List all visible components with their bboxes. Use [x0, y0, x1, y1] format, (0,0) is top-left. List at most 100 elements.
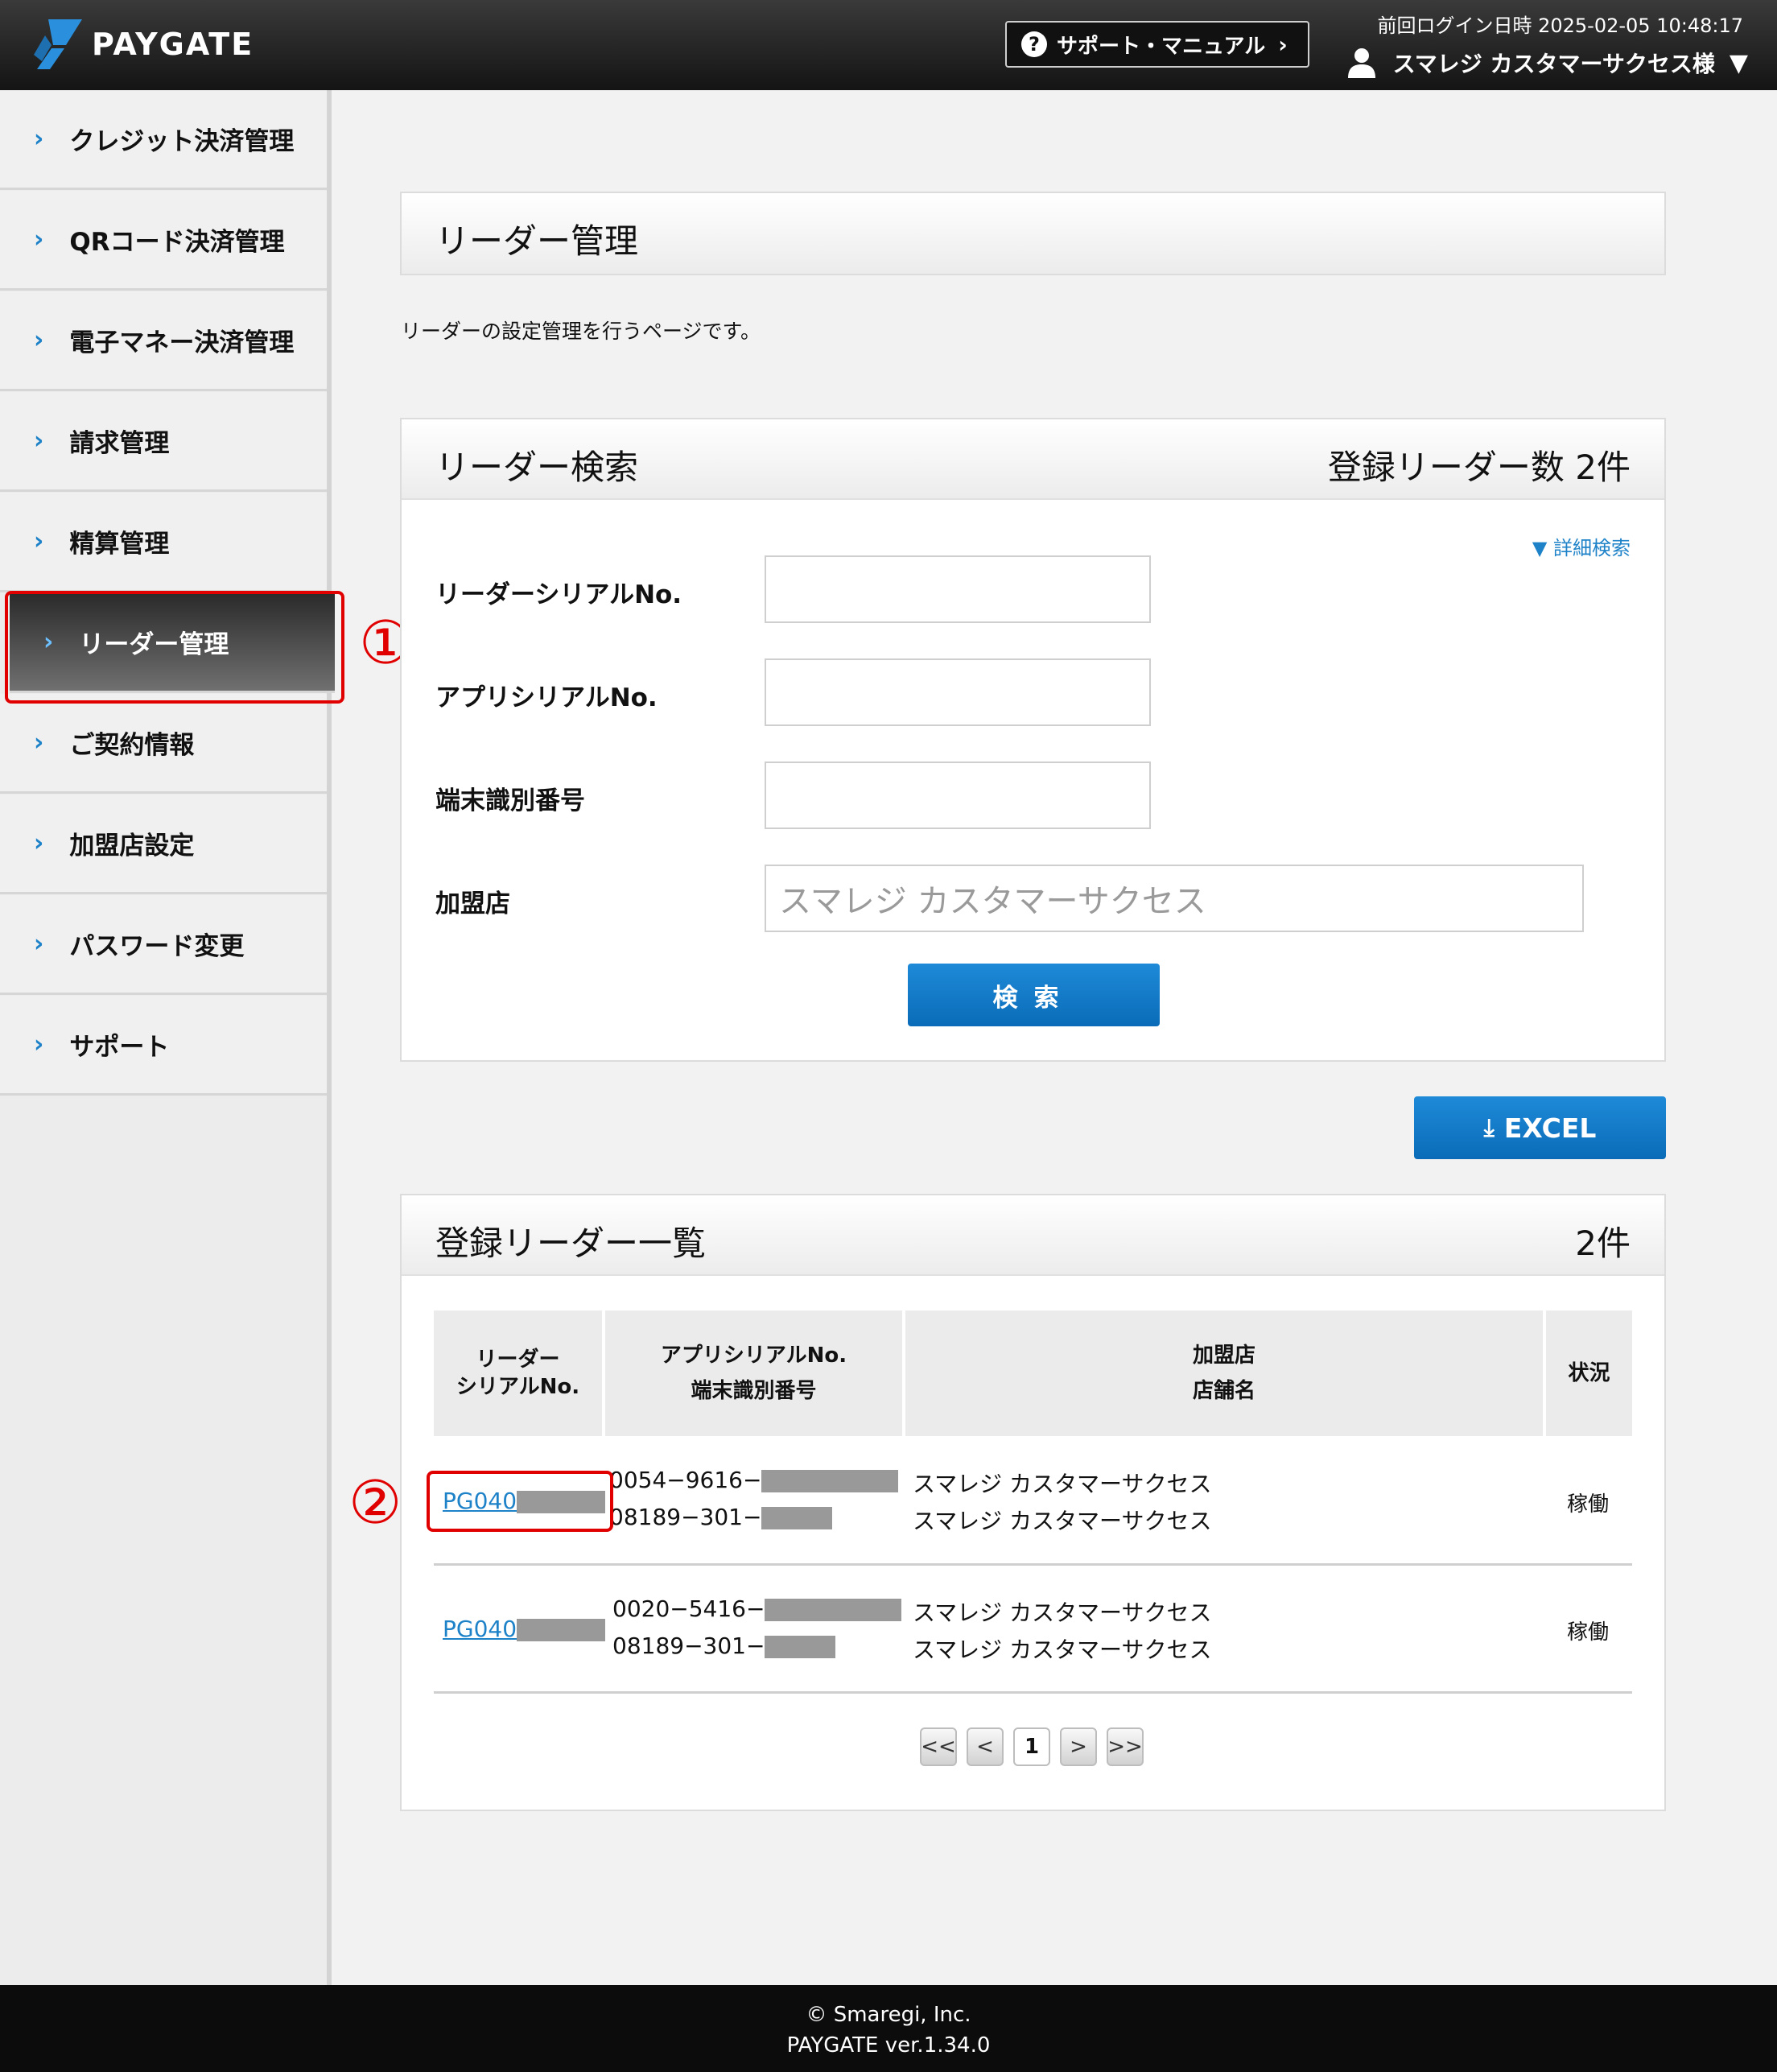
top-header: PAYGATE ? サポート・マニュアル › 前回ログイン日時 2025-02-…: [0, 0, 1777, 90]
excel-export-button[interactable]: ⤓ EXCEL: [1414, 1096, 1666, 1159]
store-cell: スマレジ カスタマーサクセス: [913, 1637, 1212, 1663]
page-title-header: リーダー管理: [402, 193, 1664, 274]
column-header-merchant: 加盟店 店舗名: [905, 1310, 1543, 1436]
excel-label: EXCEL: [1503, 1112, 1597, 1144]
chevron-right-icon: ›: [34, 427, 44, 455]
reader-serial-link[interactable]: PG040: [443, 1616, 606, 1642]
sidebar-item-merchant-settings[interactable]: › 加盟店設定: [0, 795, 327, 894]
reader-serial-text: PG040: [443, 1616, 517, 1642]
column-header-line: シリアルNo.: [456, 1375, 580, 1399]
chevron-right-icon: ›: [34, 829, 44, 857]
app-serial-cell: 0020−5416−: [612, 1595, 902, 1622]
reader-serial-input[interactable]: [765, 555, 1151, 623]
app-serial-cell: 0054−9616−: [609, 1467, 899, 1493]
merchant-cell: スマレジ カスタマーサクセス: [913, 1599, 1212, 1626]
search-title: リーダー検索: [435, 448, 639, 487]
caret-down-icon: ▼: [1729, 48, 1748, 77]
copyright-text: © Smaregi, Inc.: [806, 2003, 971, 2027]
sidebar-item-label: サポート: [69, 1033, 170, 1062]
sidebar-item-label: クレジット決済管理: [69, 127, 295, 156]
help-icon: ?: [1021, 31, 1047, 57]
user-icon: [1347, 48, 1375, 78]
redacted-block: [765, 1599, 902, 1621]
column-header-line: 店舗名: [1192, 1379, 1255, 1403]
merchant-cell: スマレジ カスタマーサクセス: [913, 1471, 1212, 1497]
paygate-logo[interactable]: PAYGATE: [34, 19, 254, 69]
download-icon: ⤓: [1483, 1113, 1495, 1142]
support-manual-label: サポート・マニュアル: [1057, 34, 1266, 59]
search-button[interactable]: 検索: [908, 964, 1160, 1026]
column-header-line: アプリシリアルNo.: [660, 1343, 847, 1368]
row-divider: [434, 1563, 1632, 1566]
chevron-right-icon: ›: [34, 527, 44, 555]
app-serial-text: 0054−9616−: [609, 1467, 762, 1493]
redacted-block: [517, 1619, 606, 1641]
chevron-right-icon: ›: [1278, 31, 1288, 58]
last-login-text: 前回ログイン日時 2025-02-05 10:48:17: [1377, 14, 1743, 37]
sidebar-item-label: 加盟店設定: [69, 832, 195, 861]
sidebar-item-label: 精算管理: [69, 530, 170, 559]
app-serial-input[interactable]: [765, 658, 1151, 726]
page-prev-button[interactable]: <: [967, 1727, 1004, 1766]
sidebar-item-billing[interactable]: › 請求管理: [0, 392, 327, 492]
detail-search-link[interactable]: ▼ 詳細検索: [1532, 532, 1631, 560]
terminal-id-text: 08189−301−: [612, 1632, 765, 1659]
search-panel-header: リーダー検索 登録リーダー数 2件: [402, 419, 1664, 500]
version-text: PAYGATE ver.1.34.0: [786, 2033, 991, 2058]
page-first-button[interactable]: <<: [920, 1727, 957, 1766]
app-serial-text: 0020−5416−: [612, 1595, 765, 1622]
sidebar-item-label: 請求管理: [69, 429, 170, 458]
sidebar-item-qr[interactable]: › QRコード決済管理: [0, 191, 327, 291]
terminal-id-text: 08189−301−: [609, 1504, 762, 1530]
footer: © Smaregi, Inc. PAYGATE ver.1.34.0: [0, 1985, 1777, 2072]
list-panel-header: 登録リーダー一覧 2件: [402, 1195, 1664, 1276]
reader-serial-label: リーダーシリアルNo.: [435, 580, 682, 609]
highlight-box-reader-menu: [5, 591, 344, 704]
column-header-status: 状況: [1546, 1310, 1632, 1436]
status-cell: 稼働: [1567, 1492, 1610, 1517]
terminal-id-input[interactable]: [765, 762, 1151, 829]
redacted-block: [761, 1470, 899, 1492]
page-last-button[interactable]: >>: [1107, 1727, 1144, 1766]
sidebar-item-label: QRコード決済管理: [69, 228, 285, 257]
sidebar-item-emoney[interactable]: › 電子マネー決済管理: [0, 291, 327, 391]
user-menu[interactable]: スマレジ カスタマーサクセス様 ▼: [1347, 45, 1748, 80]
chevron-right-icon: ›: [34, 225, 44, 254]
sidebar-item-contract[interactable]: › ご契約情報: [0, 694, 327, 794]
page-current-button[interactable]: 1: [1013, 1727, 1050, 1766]
chevron-right-icon: ›: [34, 326, 44, 354]
sidebar-item-password[interactable]: › パスワード変更: [0, 895, 327, 995]
sidebar-item-label: ご契約情報: [69, 731, 195, 760]
page-next-button[interactable]: >: [1060, 1727, 1097, 1766]
redacted-block: [765, 1636, 836, 1658]
column-header-line: 加盟店: [1192, 1343, 1255, 1368]
merchant-label: 加盟店: [435, 889, 510, 918]
registered-reader-count: 登録リーダー数 2件: [1327, 448, 1631, 487]
page-title: リーダー管理: [435, 221, 639, 261]
chevron-right-icon: ›: [34, 729, 44, 757]
store-cell: スマレジ カスタマーサクセス: [913, 1508, 1212, 1534]
merchant-input[interactable]: [765, 865, 1584, 932]
sidebar-item-credit[interactable]: › クレジット決済管理: [0, 90, 327, 190]
annotation-number-2: ②: [348, 1468, 402, 1537]
redacted-block: [761, 1507, 833, 1529]
highlight-box-reader-serial: [427, 1471, 613, 1532]
pagination: << < 1 > >>: [920, 1727, 1144, 1768]
column-header-app-serial: アプリシリアルNo. 端末識別番号: [605, 1310, 902, 1436]
reader-search-panel: リーダー検索 登録リーダー数 2件 ▼ 詳細検索 リーダーシリアルNo. アプリ…: [400, 418, 1666, 1062]
chevron-right-icon: ›: [34, 125, 44, 153]
app-serial-label: アプリシリアルNo.: [435, 683, 658, 712]
support-manual-button[interactable]: ? サポート・マニュアル ›: [1005, 21, 1309, 68]
sidebar-item-settlement[interactable]: › 精算管理: [0, 493, 327, 592]
sidebar-item-label: パスワード変更: [69, 932, 245, 961]
page-description: リーダーの設定管理を行うページです。: [401, 320, 761, 343]
terminal-id-label: 端末識別番号: [435, 786, 585, 815]
column-header-line: 端末識別番号: [691, 1379, 817, 1403]
sidebar-item-support[interactable]: › サポート: [0, 996, 327, 1096]
user-name: スマレジ カスタマーサクセス様: [1392, 51, 1715, 77]
terminal-id-cell: 08189−301−: [609, 1504, 833, 1530]
page-title-panel: リーダー管理: [400, 192, 1666, 275]
column-header-line: 状況: [1568, 1360, 1610, 1385]
terminal-id-cell: 08189−301−: [612, 1632, 836, 1659]
chevron-right-icon: ›: [34, 930, 44, 958]
